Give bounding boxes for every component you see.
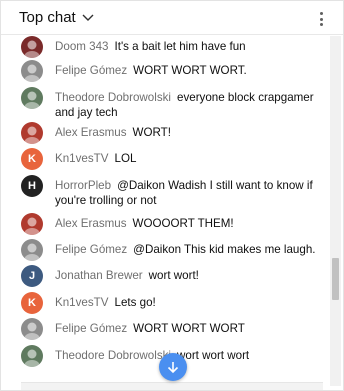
avatar[interactable] bbox=[21, 87, 43, 109]
message-text: Lets go! bbox=[114, 296, 156, 309]
author-name[interactable]: Alex Erasmus bbox=[55, 126, 127, 139]
chat-message: Doom 343 It's a bait let him have fun bbox=[21, 36, 325, 58]
author-name[interactable]: Doom 343 bbox=[55, 40, 109, 53]
message-body: Theodore Dobrowolski wort wort wort bbox=[55, 345, 249, 363]
chat-mode-label: Top chat bbox=[19, 9, 76, 26]
message-body: Alex Erasmus WORT! bbox=[55, 122, 171, 140]
message-text: It's a bait let him have fun bbox=[114, 40, 246, 53]
chat-scrollbar[interactable] bbox=[330, 36, 341, 386]
avatar[interactable] bbox=[21, 239, 43, 261]
more-vert-icon[interactable] bbox=[313, 10, 329, 28]
avatar[interactable]: K bbox=[21, 148, 43, 170]
avatar[interactable]: J bbox=[21, 265, 43, 287]
message-body: Alex Erasmus WOOOORT THEM! bbox=[55, 213, 234, 231]
chat-message: J Jonathan Brewer wort wort! bbox=[21, 265, 325, 287]
message-body: HorrorPleb @Daikon Wadish I still want to… bbox=[55, 175, 325, 208]
chat-message: Alex Erasmus WORT! bbox=[21, 122, 325, 144]
message-text: WORT WORT WORT bbox=[133, 322, 245, 335]
chat-message: Alex Erasmus WOOOORT THEM! bbox=[21, 213, 325, 235]
message-text: WOOOORT THEM! bbox=[132, 217, 234, 230]
avatar-letter: H bbox=[28, 180, 36, 192]
chevron-down-icon bbox=[82, 14, 94, 21]
chat-message: Felipe Gómez WORT WORT WORT bbox=[21, 318, 325, 340]
avatar[interactable] bbox=[21, 36, 43, 58]
author-name[interactable]: Theodore Dobrowolski bbox=[55, 91, 171, 104]
chat-message-list: Doom 343 It's a bait let him have fun Feli… bbox=[1, 36, 329, 386]
scroll-to-bottom-button[interactable] bbox=[159, 353, 187, 381]
avatar-letter: J bbox=[28, 270, 36, 282]
avatar[interactable]: H bbox=[21, 175, 43, 197]
author-name[interactable]: Theodore Dobrowolski bbox=[55, 349, 171, 362]
message-body: Jonathan Brewer wort wort! bbox=[55, 265, 199, 283]
chat-mode-dropdown[interactable]: Top chat bbox=[19, 9, 94, 26]
message-body: Theodore Dobrowolski everyone block crapg… bbox=[55, 87, 325, 120]
author-name[interactable]: Kn1vesTV bbox=[55, 152, 109, 165]
message-body: Doom 343 It's a bait let him have fun bbox=[55, 36, 246, 54]
arrow-down-icon bbox=[167, 362, 179, 374]
author-name[interactable]: Felipe Gómez bbox=[55, 64, 127, 77]
author-name[interactable]: Kn1vesTV bbox=[55, 296, 109, 309]
author-name[interactable]: HorrorPleb bbox=[55, 179, 111, 192]
chat-input-area bbox=[21, 382, 323, 390]
author-name[interactable]: Alex Erasmus bbox=[55, 217, 127, 230]
chat-message: Felipe Gómez @Daikon This kid makes me la… bbox=[21, 239, 325, 261]
avatar[interactable] bbox=[21, 345, 43, 367]
message-body: Felipe Gómez WORT WORT WORT bbox=[55, 318, 245, 336]
chat-message: Theodore Dobrowolski everyone block crapg… bbox=[21, 87, 325, 120]
avatar[interactable] bbox=[21, 122, 43, 144]
message-body: Felipe Gómez @Daikon This kid makes me la… bbox=[55, 239, 316, 257]
avatar[interactable] bbox=[21, 213, 43, 235]
author-name[interactable]: Jonathan Brewer bbox=[55, 269, 143, 282]
scrollbar-thumb[interactable] bbox=[332, 258, 339, 300]
author-name[interactable]: Felipe Gómez bbox=[55, 322, 127, 335]
message-text: wort wort! bbox=[148, 269, 199, 282]
chat-header: Top chat bbox=[1, 1, 343, 35]
avatar[interactable] bbox=[21, 60, 43, 82]
message-text: LOL bbox=[114, 152, 137, 165]
avatar-letter: K bbox=[28, 297, 36, 309]
avatar[interactable] bbox=[21, 318, 43, 340]
message-body: Kn1vesTV LOL bbox=[55, 148, 136, 166]
message-text: WORT! bbox=[132, 126, 171, 139]
live-chat-panel: Top chat Doom 343 It's a bait let him hav… bbox=[0, 0, 344, 391]
avatar-letter: K bbox=[28, 153, 36, 165]
chat-message: K Kn1vesTV Lets go! bbox=[21, 292, 325, 314]
author-name[interactable]: Felipe Gómez bbox=[55, 243, 127, 256]
message-text: wort wort wort bbox=[177, 349, 250, 362]
message-body: Felipe Gómez WORT WORT WORT. bbox=[55, 60, 247, 78]
message-text: WORT WORT WORT. bbox=[133, 64, 247, 77]
avatar[interactable]: K bbox=[21, 292, 43, 314]
message-body: Kn1vesTV Lets go! bbox=[55, 292, 156, 310]
message-text: @Daikon This kid makes me laugh. bbox=[133, 243, 316, 256]
chat-message: H HorrorPleb @Daikon Wadish I still want t… bbox=[21, 175, 325, 208]
chat-message: Felipe Gómez WORT WORT WORT. bbox=[21, 60, 325, 82]
chat-message: K Kn1vesTV LOL bbox=[21, 148, 325, 170]
